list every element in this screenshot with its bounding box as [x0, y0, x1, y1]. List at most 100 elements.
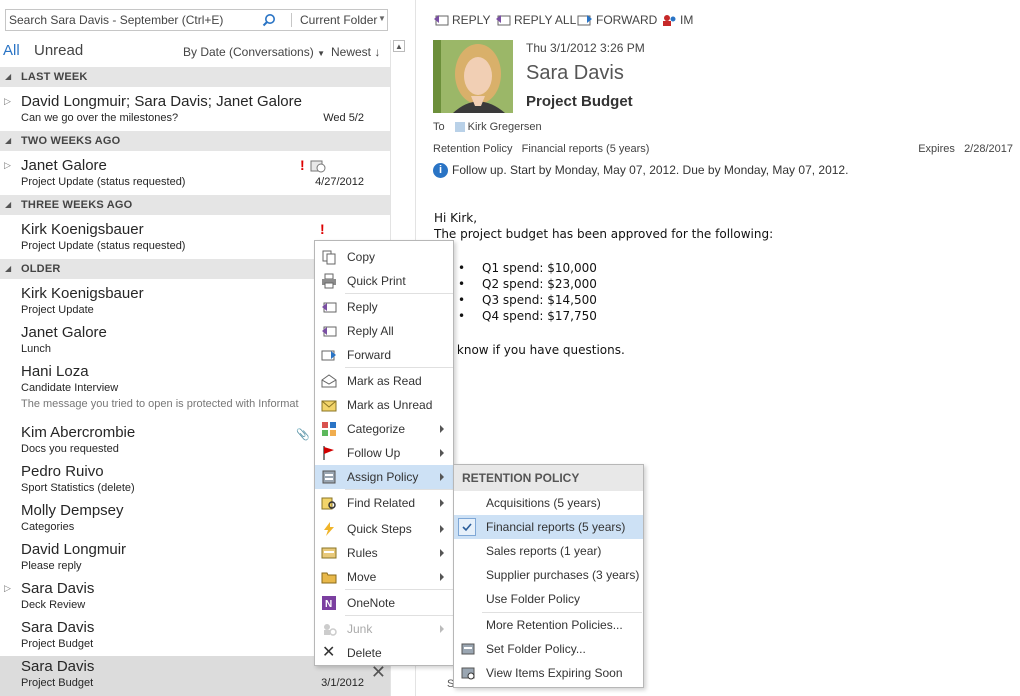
sender-name[interactable]: Sara Davis: [526, 62, 624, 85]
menu-item-mark-read[interactable]: Mark as Read: [315, 369, 453, 393]
recipients-line: To Kirk Gregersen: [433, 121, 542, 133]
menu-item-forward[interactable]: Forward: [315, 343, 453, 367]
menu-item-copy[interactable]: Copy: [315, 245, 453, 269]
reply-button[interactable]: REPLY: [433, 12, 490, 27]
policy-label: Financial reports (5 years): [486, 520, 626, 534]
printer-icon: [322, 273, 336, 289]
menu-separator: [345, 615, 453, 616]
menu-label: Forward: [347, 348, 392, 362]
scroll-up-icon[interactable]: ▲: [393, 40, 405, 52]
search-icon[interactable]: [262, 13, 276, 27]
submenu-arrow-icon: [440, 549, 444, 557]
set-folder-policy-option[interactable]: Set Folder Policy...: [454, 637, 643, 661]
list-item[interactable]: ▷ Janet Galore Project Update (status re…: [0, 155, 390, 194]
order-label: Newest: [331, 45, 372, 59]
menu-item-reply-all[interactable]: Reply All: [315, 319, 453, 343]
sort-by[interactable]: By Date (Conversations) ▼: [183, 45, 325, 59]
search-input[interactable]: Search Sara Davis - September (Ctrl+E): [9, 13, 223, 27]
expand-icon[interactable]: ▷: [4, 160, 11, 171]
body-bullet: Q4 spend: $17,750: [434, 308, 773, 324]
forward-label: FORWARD: [596, 12, 658, 27]
submenu-arrow-icon: [440, 473, 444, 481]
high-importance-icon: !: [300, 157, 305, 173]
reply-all-button[interactable]: REPLY ALL: [495, 12, 576, 27]
menu-item-assign-policy[interactable]: Assign Policy: [315, 465, 453, 489]
group-header[interactable]: ◢ TWO WEEKS AGO: [0, 131, 390, 151]
im-button[interactable]: IM: [661, 12, 693, 27]
menu-item-find-related[interactable]: Find Related: [315, 491, 453, 515]
message-from: David Longmuir: [21, 541, 127, 558]
retention-value: Financial reports (5 years): [521, 143, 650, 155]
checkmark-icon: [458, 518, 476, 536]
menu-item-onenote[interactable]: N OneNote: [315, 591, 453, 615]
rules-icon: [321, 547, 337, 559]
chevron-down-icon[interactable]: ▼: [378, 14, 386, 23]
menu-label: Reply: [347, 300, 378, 314]
search-scope[interactable]: Current Folder: [300, 13, 377, 27]
message-subject: Please reply: [21, 560, 82, 572]
view-expiring-option[interactable]: View Items Expiring Soon: [454, 661, 643, 685]
menu-item-move[interactable]: Move: [315, 565, 453, 589]
menu-label: Move: [347, 570, 377, 584]
reply-icon: [322, 302, 337, 313]
menu-label: OneNote: [347, 596, 396, 610]
policy-option[interactable]: Use Folder Policy: [454, 587, 643, 611]
group-header[interactable]: ◢ LAST WEEK: [0, 67, 390, 87]
message-subject: Project Update (status requested): [21, 176, 186, 188]
menu-item-rules[interactable]: Rules: [315, 541, 453, 565]
submenu-arrow-icon: [440, 499, 444, 507]
forward-icon: [577, 14, 592, 26]
body-greeting: Hi Kirk,: [434, 211, 478, 225]
sort-order[interactable]: Newest ↓: [331, 45, 380, 59]
group-label: OLDER: [21, 263, 61, 275]
forward-icon: [321, 350, 336, 361]
message-subject: Deck Review: [21, 599, 86, 611]
menu-label: Copy: [347, 250, 376, 264]
menu-item-junk[interactable]: Junk: [315, 617, 453, 641]
body-intro: The project budget has been approved for…: [434, 227, 774, 241]
menu-item-quick-print[interactable]: Quick Print: [315, 269, 453, 293]
message-preview: The message you tried to open is protect…: [21, 398, 299, 410]
list-item[interactable]: ▷ David Longmuir; Sara Davis; Janet Galo…: [0, 91, 390, 130]
expand-icon[interactable]: ▷: [4, 96, 11, 107]
group-header[interactable]: ◢ THREE WEEKS AGO: [0, 195, 390, 215]
sender-photo[interactable]: [433, 40, 513, 113]
reply-all-label: REPLY ALL: [514, 12, 577, 27]
policy-label: Use Folder Policy: [486, 592, 581, 606]
message-subject: Project Update: [21, 304, 94, 316]
menu-label: Quick Print: [347, 274, 406, 288]
message-date: 3/1/2012: [321, 677, 364, 689]
menu-label: Rules: [347, 546, 378, 560]
submenu-arrow-icon: [440, 449, 444, 457]
search-box[interactable]: Search Sara Davis - September (Ctrl+E) C…: [5, 9, 388, 31]
menu-item-follow-up[interactable]: Follow Up: [315, 441, 453, 465]
menu-item-mark-unread[interactable]: Mark as Unread: [315, 393, 453, 417]
menu-item-quick-steps[interactable]: Quick Steps: [315, 517, 453, 541]
arrow-down-icon: ↓: [374, 45, 381, 59]
message-subject-header: Project Budget: [526, 93, 633, 110]
reply-icon: [434, 14, 449, 26]
menu-item-reply[interactable]: Reply: [315, 295, 453, 319]
menu-label: Delete: [347, 646, 382, 660]
policy-option-selected[interactable]: Financial reports (5 years): [454, 515, 643, 539]
policy-option[interactable]: Supplier purchases (3 years): [454, 563, 643, 587]
policy-option[interactable]: Acquisitions (5 years): [454, 491, 643, 515]
forward-button[interactable]: FORWARD: [577, 12, 657, 27]
expand-icon[interactable]: ▷: [4, 583, 11, 594]
chevron-down-icon: ▼: [317, 49, 325, 58]
menu-label: Mark as Read: [347, 374, 422, 388]
context-menu: Copy Quick Print Reply Reply All Forward…: [314, 240, 454, 666]
recipient-name[interactable]: Kirk Gregersen: [468, 121, 542, 133]
message-from: David Longmuir; Sara Davis; Janet Galore: [21, 93, 302, 110]
message-from: Sara Davis: [21, 580, 95, 597]
menu-item-categorize[interactable]: Categorize: [315, 417, 453, 441]
message-date-header: Thu 3/1/2012 3:26 PM: [526, 41, 645, 55]
filter-unread[interactable]: Unread: [34, 42, 83, 59]
filter-all[interactable]: All: [3, 42, 20, 59]
more-policies-option[interactable]: More Retention Policies...: [454, 613, 643, 637]
menu-item-delete[interactable]: ✕ Delete: [315, 641, 453, 665]
message-from: Sara Davis: [21, 619, 95, 636]
followup-infobar[interactable]: i Follow up. Start by Monday, May 07, 201…: [433, 163, 848, 179]
submenu-arrow-icon: [440, 573, 444, 581]
policy-option[interactable]: Sales reports (1 year): [454, 539, 643, 563]
